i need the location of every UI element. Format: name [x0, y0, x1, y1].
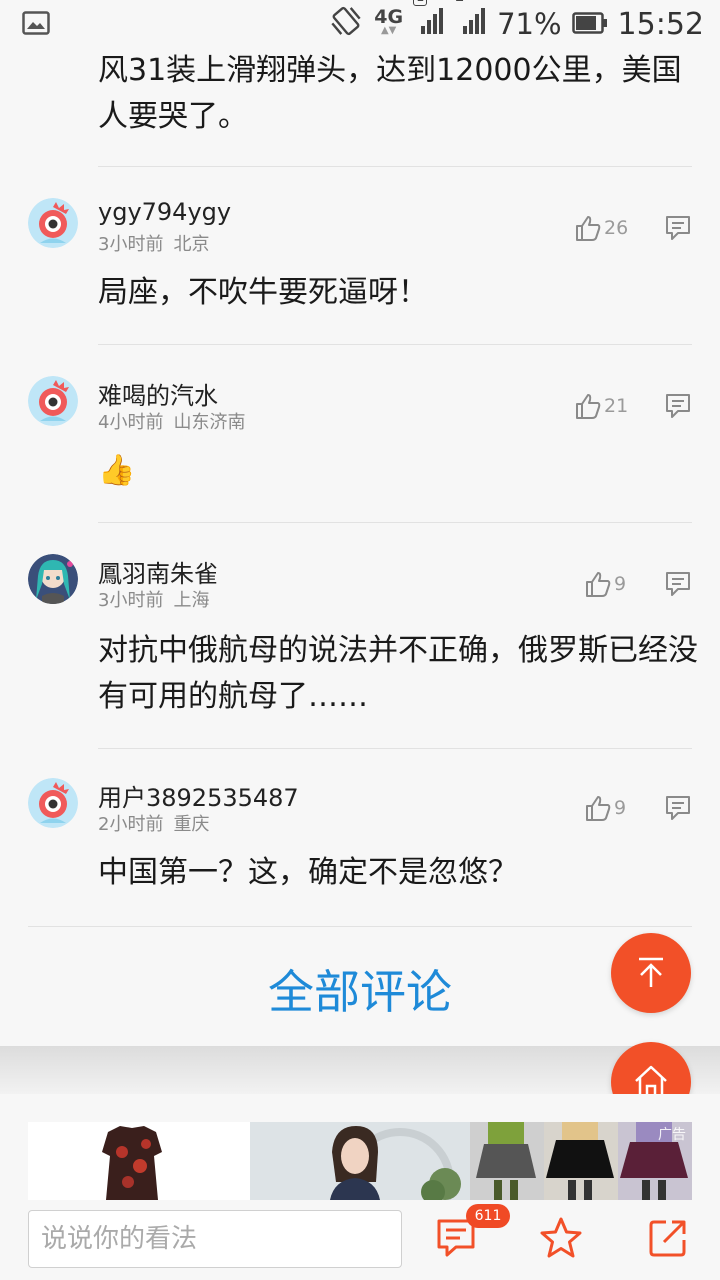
comment-username[interactable]: 难喝的汽水 — [98, 376, 218, 411]
ad-image-skirts: 广告 — [470, 1122, 692, 1200]
comment-username[interactable]: ygy794ygy — [98, 198, 231, 226]
comment-time: 4小时前 — [98, 412, 164, 433]
like-button[interactable]: 26 — [574, 214, 628, 242]
ad-label: 广告 — [658, 1127, 686, 1143]
comment-meta: 2小时前 重庆 — [98, 810, 209, 836]
battery-percent: 71% — [497, 7, 562, 41]
thumbs-up-icon — [576, 394, 601, 419]
divider — [98, 748, 692, 749]
reply-icon[interactable] — [664, 794, 692, 826]
like-button[interactable]: 9 — [584, 794, 626, 822]
comment-location: 北京 — [173, 234, 210, 255]
comment-text: 中国第一？这，确定不是忽悠？ — [98, 855, 518, 890]
like-button[interactable]: 21 — [574, 392, 628, 420]
thumbs-up-icon — [586, 796, 611, 821]
comment-time: 3小时前 — [98, 590, 164, 611]
comment-location: 重庆 — [173, 814, 210, 835]
comment-username[interactable]: 用户3892535487 — [98, 778, 299, 813]
thumbs-up-icon — [576, 216, 601, 241]
divider — [98, 344, 692, 345]
gallery-notification-icon — [22, 11, 50, 39]
bottom-area: 广告 说说你的看法 611 — [0, 1094, 720, 1280]
comment-count-badge: 611 — [466, 1204, 510, 1228]
divider — [28, 926, 692, 927]
favorite-button[interactable] — [538, 1216, 584, 1264]
comment-username[interactable]: 鳳羽南朱雀 — [98, 554, 218, 589]
reply-icon[interactable] — [664, 214, 692, 246]
user-avatar[interactable] — [28, 778, 78, 828]
like-button[interactable]: 9 — [584, 570, 626, 598]
scroll-to-top-button[interactable] — [611, 933, 691, 1013]
comment-emoji: 👍 — [98, 453, 136, 488]
user-avatar[interactable] — [28, 198, 78, 248]
comment-input[interactable]: 说说你的看法 — [28, 1210, 402, 1268]
battery-icon — [571, 7, 608, 41]
divider — [98, 166, 692, 167]
divider — [98, 522, 692, 523]
comment-meta: 3小时前 北京 — [98, 230, 209, 256]
like-count: 9 — [614, 797, 627, 819]
arrow-up-icon — [639, 957, 663, 987]
comment-text: 局座，不吹牛要死逼呀！ — [98, 275, 428, 310]
comment-time: 3小时前 — [98, 234, 164, 255]
comment-meta: 3小时前 上海 — [98, 586, 209, 612]
comment-location: 山东济南 — [173, 412, 246, 433]
user-avatar[interactable] — [28, 554, 78, 604]
share-icon — [649, 1220, 686, 1257]
star-icon — [540, 1217, 582, 1258]
like-count: 9 — [614, 573, 627, 595]
user-avatar[interactable] — [28, 376, 78, 426]
like-count: 21 — [604, 395, 629, 417]
comment-meta: 4小时前 山东济南 — [98, 408, 245, 434]
thumbs-up-icon — [586, 572, 611, 597]
reply-icon[interactable] — [664, 570, 692, 602]
network-type-icon: 4G ▲▼ — [374, 6, 404, 37]
like-count: 26 — [604, 217, 629, 239]
comment-time: 2小时前 — [98, 814, 164, 835]
sim1-signal-icon: 1 — [413, 0, 445, 43]
status-bar: 4G ▲▼ 1 2 71% — [0, 0, 720, 48]
clock: 15:52 — [617, 6, 704, 42]
share-button[interactable] — [646, 1216, 690, 1264]
vibrate-icon — [328, 4, 364, 45]
ad-banner[interactable]: 广告 — [28, 1122, 692, 1200]
previous-comment-text: 风31装上滑翔弹头，达到12000公里，美国人要哭了。 — [98, 53, 682, 134]
ad-image-qipao — [28, 1122, 250, 1200]
reply-icon[interactable] — [664, 392, 692, 424]
sim2-signal-icon: 2 — [455, 0, 487, 43]
comment-location: 上海 — [173, 590, 210, 611]
comment-text: 对抗中俄航母的说法并不正确，俄罗斯已经没有可用的航母了…… — [98, 633, 698, 714]
ad-image-model — [250, 1122, 470, 1200]
